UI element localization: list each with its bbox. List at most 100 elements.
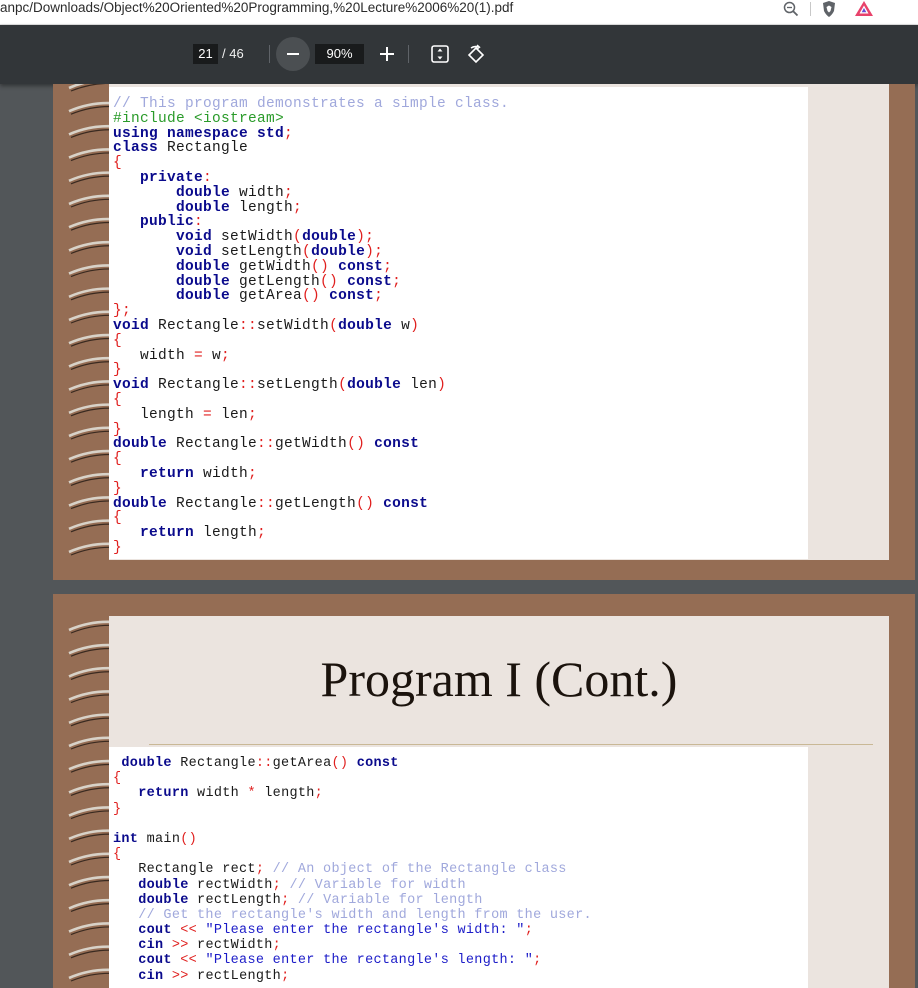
address-bar[interactable]: anpc/Downloads/Object%20Oriented%20Progr… [0,0,918,25]
code-token: int [113,831,139,847]
code-line: width = w; [113,347,509,364]
code-token: { [113,510,123,527]
code-token: { [113,451,123,468]
zoom-out-icon[interactable] [276,37,310,71]
code-token: Rectangle [158,140,249,157]
code-token: width [230,184,285,201]
code-token: ; [392,273,402,290]
brave-shield-icon[interactable] [820,0,838,18]
code-line: { [113,771,592,786]
code-line: void Rectangle::setLength(double len) [113,378,509,393]
code-token: ( [302,243,312,260]
code-token: Rectangle [171,756,256,771]
code-line: double getWidth() const; [113,258,509,275]
page-total: / 46 [222,46,244,61]
code-token: * [247,786,256,802]
rotate-icon[interactable] [465,44,487,66]
code-token: double [138,892,189,908]
code-line: int main() [113,832,592,847]
code-token: = [194,347,204,364]
code-token: "Please enter the rectangle's length: " [205,953,534,969]
code-listing: double Rectangle::getArea() const{ retur… [113,756,592,984]
code-token: ) [437,377,447,394]
code-token: double [121,756,172,771]
code-token: setLength [257,377,339,394]
code-token: () [311,258,330,275]
code-token: >> [171,938,189,954]
code-token: cout [138,923,172,939]
code-token: double [138,877,189,893]
url-text[interactable]: anpc/Downloads/Object%20Oriented%20Progr… [0,0,513,18]
code-line: cout << "Please enter the rectangle's le… [113,953,592,968]
code-token: () [347,436,366,453]
code-block: double Rectangle::getArea() const{ retur… [109,747,808,988]
code-line: // Get the rectangle's width and length … [113,908,592,923]
code-token: public [140,214,195,231]
code-token: { [113,847,122,863]
code-token: getLength [230,273,321,290]
code-token: const [356,756,399,771]
code-token: ; [314,786,324,802]
zoom-icon[interactable] [782,0,800,18]
brave-rewards-icon[interactable] [854,0,874,18]
zoom-level-input[interactable]: 90% [315,44,364,64]
code-token: Rectangle [149,317,240,334]
code-token: double [176,273,231,290]
code-token: cin [138,938,164,954]
code-token: rectLength [188,892,282,908]
toolbar-separator [269,45,270,63]
code-token: len [212,406,249,423]
code-token: cin [138,968,164,984]
code-token: const [338,258,384,275]
code-token: ; [272,938,282,954]
code-token: const [374,436,420,453]
code-line: double getLength() const; [113,273,509,290]
code-token: :: [239,377,258,394]
code-line: } [113,481,509,497]
code-token: { [113,771,122,787]
code-token: { [113,155,123,172]
code-token: : [194,214,204,231]
code-token: double [113,495,168,512]
code-token: double [176,258,231,275]
code-token: ; [248,406,258,423]
zoom-in-icon[interactable] [377,44,397,64]
code-token: getWidth [230,258,312,275]
code-token: :: [257,495,276,512]
code-line: { [113,511,509,526]
code-token: private [140,169,204,186]
code-token: getLength [275,495,357,512]
code-token: void [176,243,213,260]
title-divider [149,744,873,745]
code-token: class [113,140,159,157]
code-token: ; [284,125,294,142]
code-token: Rectangle [167,436,258,453]
code-token: length [255,786,315,802]
code-token: void [113,377,150,394]
page-number-input[interactable]: 21 [193,44,218,64]
code-line: private: [113,171,509,186]
code-token: () [331,756,349,771]
toolbar-separator [408,45,409,63]
code-token: ; [281,968,290,984]
code-token: len [401,377,438,394]
code-token: width [113,347,195,364]
code-line: cin >> rectWidth; [113,938,592,953]
code-token: () [356,495,375,512]
fit-page-icon[interactable] [430,44,450,64]
code-token: :: [255,756,273,771]
code-token: length [113,406,204,423]
